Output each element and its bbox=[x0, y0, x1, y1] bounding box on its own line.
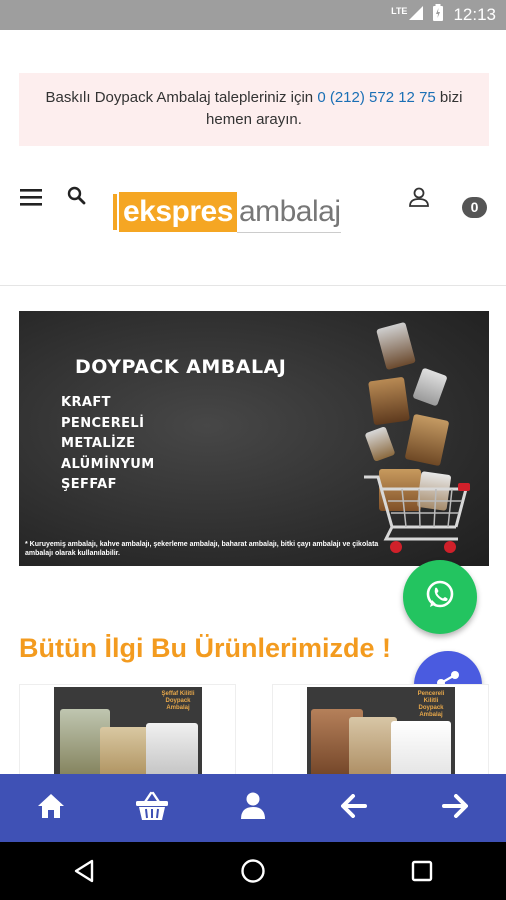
pouch-image bbox=[364, 426, 396, 462]
system-recents-button[interactable] bbox=[402, 851, 442, 891]
call-notice: Baskılı Doypack Ambalaj talepleriniz içi… bbox=[19, 73, 489, 146]
product-tag: Şeffaf Kilitli Doypack Ambalaj bbox=[161, 691, 195, 711]
system-home-button[interactable] bbox=[233, 851, 273, 891]
hero-item: KRAFT bbox=[61, 395, 111, 410]
user-icon[interactable] bbox=[408, 186, 430, 213]
product-tag: Pencereli Kilitli Doypack Ambalaj bbox=[417, 691, 445, 718]
arrow-left-icon bbox=[341, 793, 368, 823]
arrow-right-icon bbox=[442, 793, 469, 823]
profile-icon bbox=[240, 792, 265, 825]
pouch-image bbox=[376, 321, 416, 371]
hero-item: PENCERELİ bbox=[61, 415, 145, 431]
battery-icon bbox=[433, 4, 444, 26]
nav-forward[interactable] bbox=[430, 788, 480, 828]
pouch-image bbox=[368, 376, 410, 426]
product-image: Pencereli Kilitli Doypack Ambalaj bbox=[307, 687, 455, 785]
hero-item: ALÜMİNYUM bbox=[61, 456, 155, 472]
system-back-button[interactable] bbox=[64, 851, 104, 891]
logo-bar bbox=[113, 194, 117, 230]
network-type: LTE bbox=[391, 6, 408, 16]
nav-basket[interactable] bbox=[127, 788, 177, 828]
hero-list: KRAFT PENCERELİ METALİZE ALÜMİNYUM ŞEFFA… bbox=[61, 393, 155, 496]
hero-title: DOYPACK AMBALAJ bbox=[75, 356, 287, 378]
phone-link[interactable]: 0 (212) 572 12 75 bbox=[317, 89, 435, 106]
cart-count-badge[interactable]: 0 bbox=[462, 197, 487, 218]
menu-icon[interactable] bbox=[20, 187, 42, 212]
product-image: Şeffaf Kilitli Doypack Ambalaj bbox=[54, 687, 202, 785]
section-title: Bütün İlgi Bu Ürünlerimizde ! bbox=[19, 633, 391, 663]
header-divider bbox=[0, 285, 506, 286]
clock: 12:13 bbox=[453, 5, 496, 24]
hero-item: METALİZE bbox=[61, 436, 136, 451]
nav-profile[interactable] bbox=[228, 788, 278, 828]
hero-item: ŞEFFAF bbox=[61, 477, 117, 492]
home-icon bbox=[37, 793, 65, 824]
pouch-image bbox=[412, 367, 448, 407]
pouch-image bbox=[404, 413, 450, 467]
nav-back[interactable] bbox=[329, 788, 379, 828]
bottom-navigation bbox=[0, 774, 506, 842]
circle-home-icon bbox=[241, 859, 265, 883]
product-card[interactable]: Pencereli Kilitli Doypack Ambalaj bbox=[272, 684, 489, 786]
hero-note: * Kuruyemiş ambalajı, kahve ambalajı, şe… bbox=[25, 541, 379, 557]
signal-icon bbox=[409, 5, 424, 25]
system-navigation-bar bbox=[0, 842, 506, 900]
logo-ambalaj: ambalaj bbox=[236, 192, 341, 233]
nav-home[interactable] bbox=[26, 788, 76, 828]
status-bar: LTE 12:13 bbox=[0, 0, 506, 30]
product-card[interactable]: Şeffaf Kilitli Doypack Ambalaj bbox=[19, 684, 236, 786]
basket-icon bbox=[135, 791, 169, 826]
search-icon[interactable] bbox=[67, 186, 87, 211]
notice-text-before: Baskılı Doypack Ambalaj talepleriniz içi… bbox=[45, 89, 318, 106]
square-recents-icon bbox=[411, 860, 432, 882]
hero-banner[interactable]: DOYPACK AMBALAJ KRAFT PENCERELİ METALİZE… bbox=[19, 311, 489, 566]
whatsapp-button[interactable] bbox=[403, 560, 477, 634]
logo-ekspres: ekspres bbox=[119, 192, 237, 232]
site-logo[interactable]: ekspres ambalaj bbox=[113, 190, 361, 234]
triangle-back-icon bbox=[75, 859, 94, 883]
whatsapp-icon bbox=[423, 578, 457, 617]
